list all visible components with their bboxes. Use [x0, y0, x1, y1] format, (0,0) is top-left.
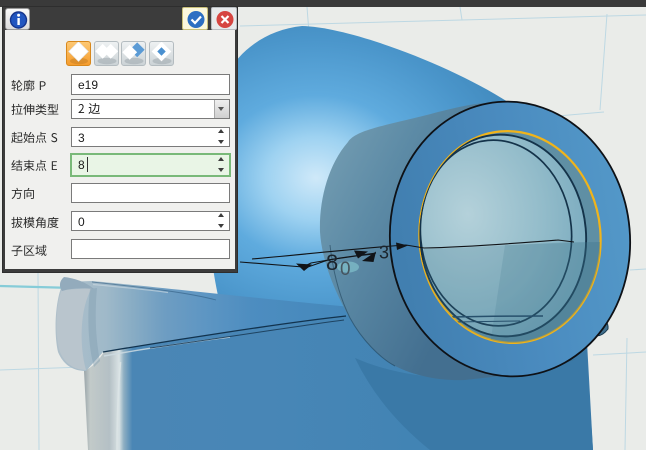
svg-text:3: 3 [379, 243, 389, 263]
svg-text:0: 0 [340, 259, 351, 280]
svg-text:8: 8 [326, 250, 338, 275]
